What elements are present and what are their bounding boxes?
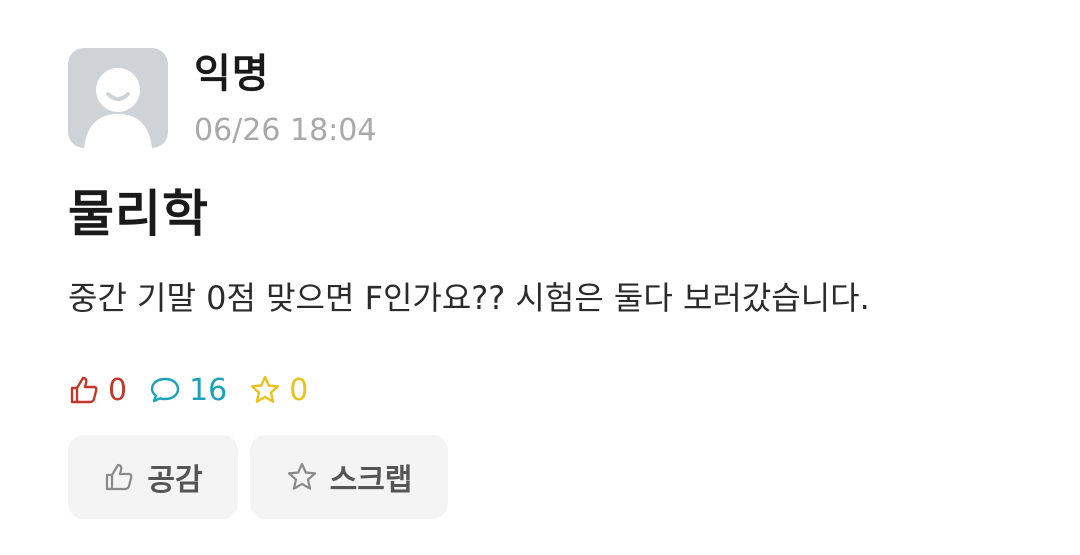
thumbs-up-icon: [106, 463, 133, 491]
like-button[interactable]: 공감: [68, 435, 238, 519]
scrap-button[interactable]: 스크랩: [250, 435, 448, 519]
star-icon: [287, 462, 316, 490]
author-name: 익명: [194, 51, 270, 97]
default-avatar-icon: [68, 48, 168, 148]
like-button-label: 공감: [147, 463, 203, 498]
scrap-count-value: 0: [289, 372, 309, 408]
comment-count-value: 16: [189, 372, 228, 408]
thumbs-up-icon: [70, 376, 98, 404]
scrap-count: 0: [249, 373, 308, 408]
star-icon: [251, 375, 280, 403]
post-detail: 익명 06/26 18:04 물리학 중간 기말 0점 맞으면 F인가요?? 시…: [0, 0, 1080, 555]
post-timestamp: 06/26 18:04: [194, 113, 377, 148]
post-body: 중간 기말 0점 맞으면 F인가요?? 시험은 둘다 보러갔습니다.: [68, 279, 870, 317]
speech-bubble-icon: [150, 377, 180, 403]
post-title: 물리학: [68, 185, 209, 243]
like-count: 0: [68, 373, 127, 408]
like-count-value: 0: [108, 372, 128, 408]
scrap-button-label: 스크랩: [329, 463, 413, 498]
comment-count: 16: [149, 373, 227, 408]
post-stats: 0 16 0: [68, 370, 330, 410]
